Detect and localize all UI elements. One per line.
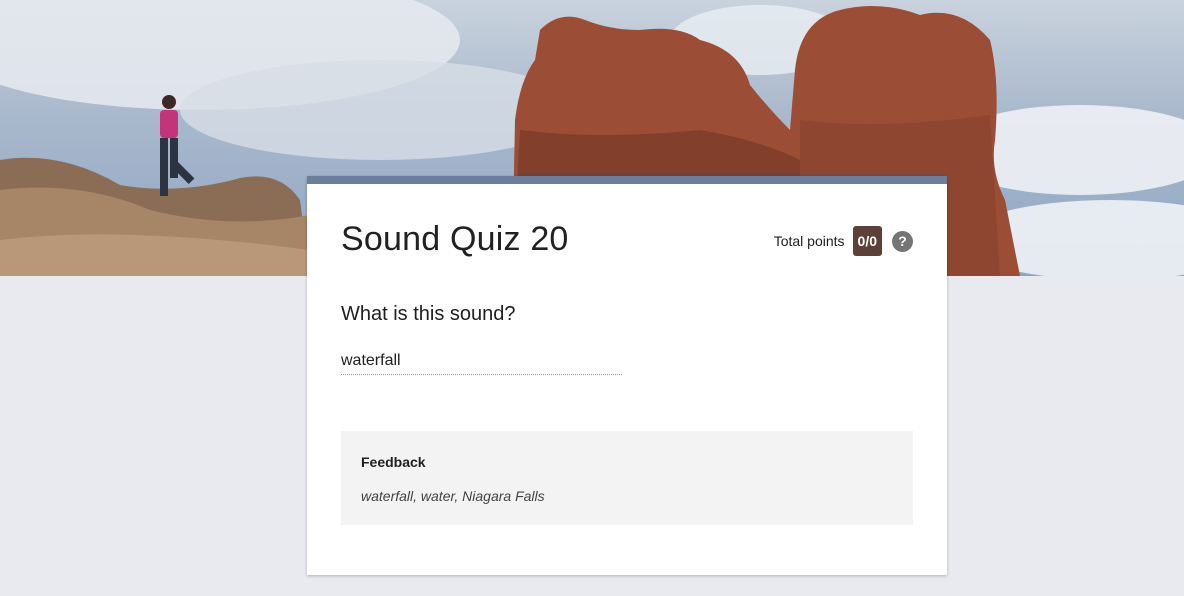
score-badge: 0/0 <box>852 226 882 256</box>
question-text: What is this sound? <box>341 303 516 325</box>
answer-response: waterfall <box>341 352 622 375</box>
help-icon[interactable]: ? <box>892 230 913 252</box>
total-points-label: Total points <box>773 233 845 249</box>
total-points: Total points 0/0 ? <box>774 226 913 256</box>
feedback-text: waterfall, water, Niagara Falls <box>361 488 545 504</box>
card-accent-bar <box>307 176 947 184</box>
form-title: Sound Quiz 20 <box>341 220 569 258</box>
quiz-card: Sound Quiz 20 Total points 0/0 ? What is… <box>307 176 947 575</box>
feedback-box: Feedback waterfall, water, Niagara Falls <box>341 431 913 525</box>
quiz-page: Sound Quiz 20 Total points 0/0 ? What is… <box>0 0 1184 596</box>
feedback-title: Feedback <box>361 454 426 470</box>
